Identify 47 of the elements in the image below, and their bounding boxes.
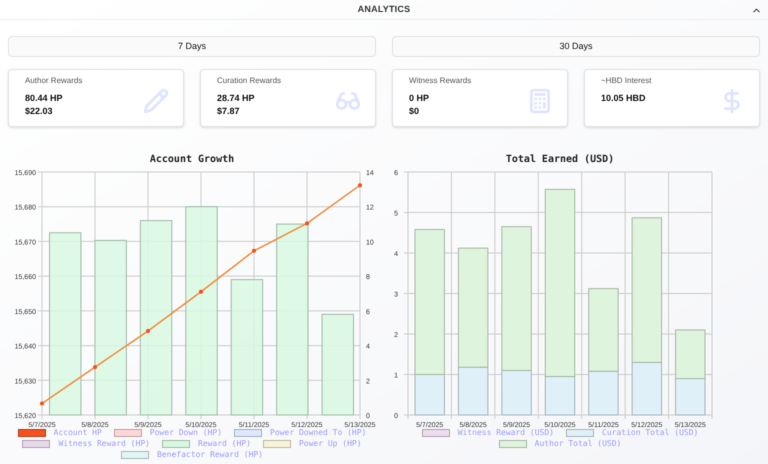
legend-swatch[interactable]: [234, 428, 262, 436]
legend-swatch[interactable]: [162, 440, 190, 448]
card-value: $0: [409, 106, 420, 116]
legend-label: Author Total (USD): [534, 438, 622, 449]
card-value: 10.05 HBD: [601, 93, 647, 103]
card-title: ~HBD Interest: [601, 75, 652, 87]
card-title: Author Rewards: [25, 75, 84, 87]
legend-swatch[interactable]: [566, 428, 594, 436]
card-value: 28.74 HP: [217, 93, 256, 103]
period-button[interactable]: 7 Days: [8, 36, 376, 57]
legend-swatch[interactable]: [114, 428, 142, 436]
legend-label: Reward (HP): [198, 438, 251, 449]
card-value: 80.44 HP: [25, 93, 64, 103]
period-button[interactable]: 30 Days: [392, 36, 760, 57]
legend-label: Curation Total (USD): [602, 427, 698, 438]
legend-label: Benefactor Reward (HP): [157, 449, 263, 460]
pencil-icon: [143, 88, 169, 114]
legend-label: Account HP: [54, 427, 102, 438]
section-title: ANALYTICS: [358, 2, 410, 16]
legend-label: Power Down (HP): [150, 427, 222, 438]
legend-label: Power Up (HP): [298, 438, 362, 449]
data-point: [146, 329, 150, 333]
chart-bar: [675, 329, 706, 380]
legend-swatch[interactable]: [498, 440, 527, 448]
legend-swatch[interactable]: [22, 440, 50, 448]
legend-swatch[interactable]: [262, 440, 291, 448]
calculator-icon: [527, 88, 553, 114]
card-value: $22.03: [25, 106, 54, 116]
chart-title: Total Earned (USD): [506, 154, 614, 165]
chart-bar: [675, 378, 706, 416]
data-point: [305, 221, 309, 226]
data-point: [40, 402, 44, 406]
legend-swatch[interactable]: [18, 428, 46, 436]
data-point: [93, 365, 97, 370]
chart-title: Account Growth: [150, 154, 234, 165]
legend-label: Witness Reward (USD): [458, 427, 554, 438]
card-title: Witness Rewards: [409, 75, 472, 87]
card-value: 0 HP: [409, 93, 430, 103]
data-point: [358, 183, 362, 188]
data-point: [252, 248, 256, 253]
legend-label: Power Downed To (HP): [270, 427, 366, 438]
legend-swatch[interactable]: [121, 450, 150, 458]
card-title: Curation Rewards: [217, 75, 282, 87]
card-value: $7.87: [217, 106, 241, 116]
data-point: [199, 290, 203, 294]
legend-swatch[interactable]: [422, 428, 450, 436]
legend-label: Witness Reward (HP): [58, 438, 150, 449]
